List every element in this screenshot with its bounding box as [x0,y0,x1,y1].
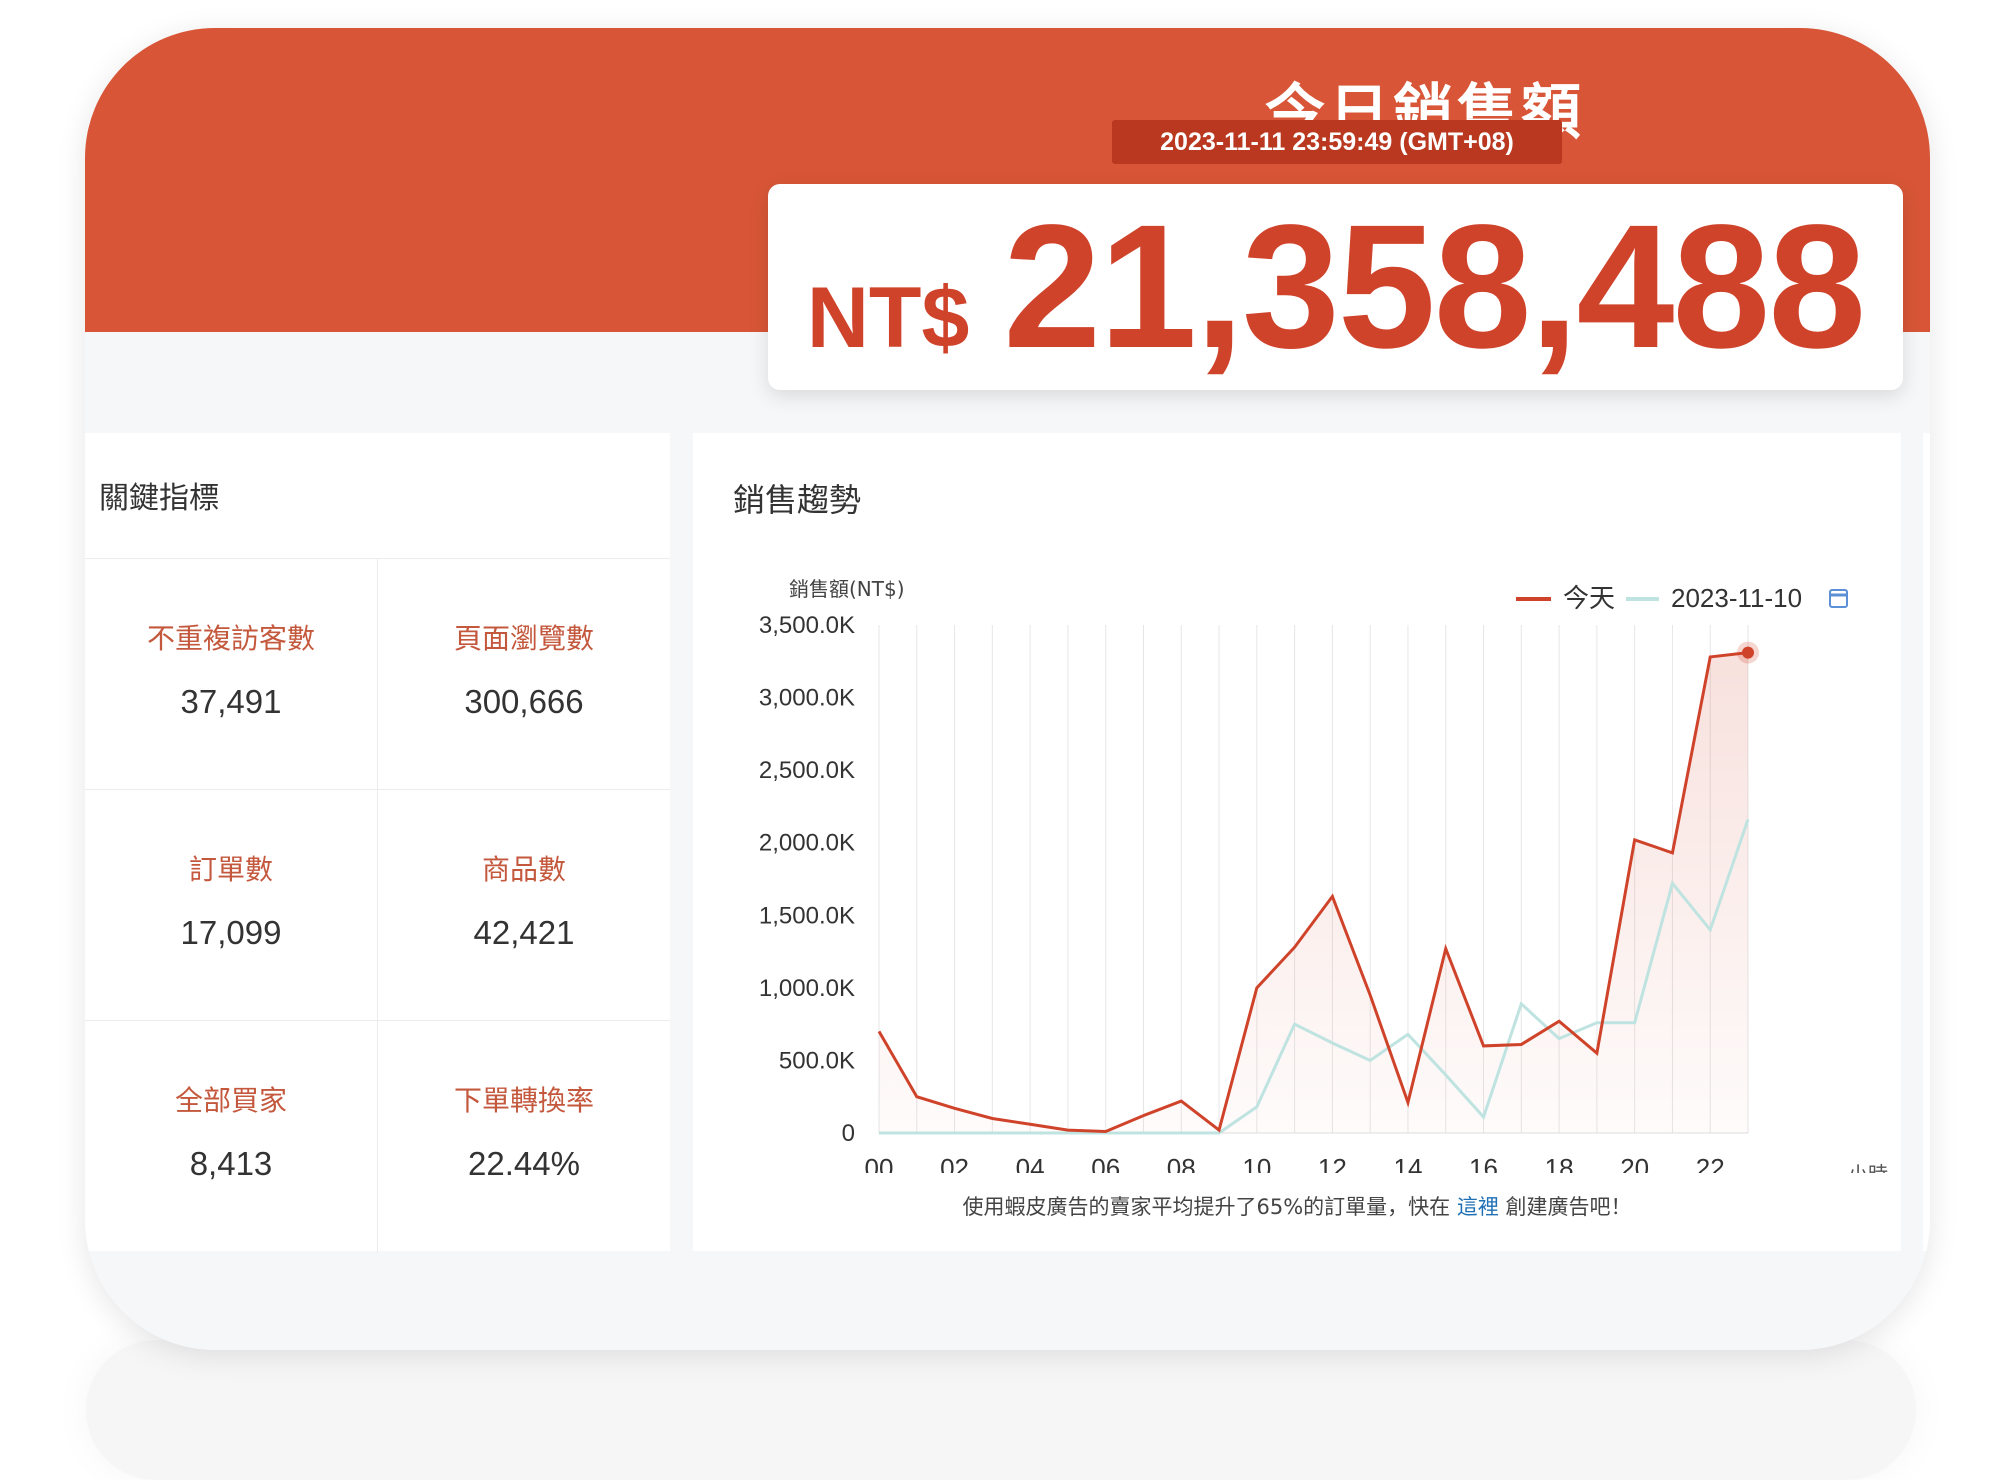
x-tick-label: 12 [1318,1153,1347,1173]
x-tick-label: 04 [1016,1153,1045,1173]
metric-value: 300,666 [464,683,584,720]
x-axis-title: 小時 [1848,1162,1888,1173]
metric-value: 8,413 [189,1145,273,1182]
timestamp-badge: 2023-11-11 23:59:49 (GMT+08) [1112,120,1562,164]
metric-label: 全部買家 [174,1084,287,1117]
x-tick-label: 06 [1091,1153,1120,1173]
metric-page-views[interactable]: 頁面瀏覽數 300,666 [378,559,670,789]
metric-label: 下單轉換率 [453,1084,594,1117]
legend-label-previous-day: 2023-11-10 [1671,583,1802,613]
sales-trend-chart: 銷售額(NT$) 小時 今天 2023-11-10 0 500.0K 1,000.0K… [759,577,1888,1173]
chart-legend: 今天 2023-11-10 [1516,583,1848,614]
metric-label: 不重複訪客數 [146,622,315,655]
metric-unique-visitors[interactable]: 不重複訪客數 37,491 [85,559,377,789]
metric-value: 37,491 [180,683,282,720]
chart-series [877,641,1759,1135]
lower-shadow-frame [86,1340,1916,1480]
promo-text: 使用蝦皮廣告的賣家平均提升了65%的訂單量，快在 [962,1195,1451,1219]
total-sales-card: NT$ 21,358,488 [768,184,1903,390]
x-tick-label: 10 [1242,1153,1271,1173]
legend-label-today: 今天 [1563,584,1615,614]
calendar-icon[interactable] [1829,589,1848,608]
y-tick-label: 1,000.0K [759,975,855,1002]
sales-trend-panel: 銷售趨勢 銷售額(NT$) 小時 今天2023-11-10 0500.0K1,0… [693,433,1901,1251]
x-tick-label: 14 [1393,1153,1422,1173]
x-tick-label: 18 [1545,1153,1574,1173]
x-tick-label: 16 [1469,1153,1498,1173]
y-tick-label: 500.0K [779,1047,855,1074]
y-tick-label: 1,500.0K [759,902,855,929]
metric-label: 商品數 [481,853,566,886]
metric-orders[interactable]: 訂單數 17,099 [85,790,377,1020]
key-metrics-grid: 不重複訪客數 37,491 頁面瀏覽數 300,666 訂單數 17,099 商… [85,558,670,1252]
today-area [879,652,1748,1133]
next-panel-edge [1923,433,1930,1251]
dashboard-frame: 今日銷售額 2023-11-11 23:59:49 (GMT+08) NT$ 2… [85,28,1930,1350]
metric-label: 訂單數 [188,853,273,886]
metric-value: 42,421 [473,914,575,951]
y-axis-ticks: 0 500.0K 1,000.0K 1,500.0K 2,000.0K 2,500.0K 3… [759,612,855,1147]
metric-buyers[interactable]: 全部買家 8,413 [85,1021,377,1251]
y-tick-label: 0 [842,1120,855,1147]
metric-label: 頁面瀏覽數 [453,622,594,655]
y-tick-label: 3,500.0K [759,612,855,639]
metric-conversion-rate[interactable]: 下單轉換率 22.44% [378,1021,670,1251]
y-tick-label: 3,000.0K [759,685,855,712]
x-tick-label: 22 [1696,1153,1725,1173]
calendar-icon-frame [1829,589,1848,608]
promo-link[interactable]: 這裡 [1457,1195,1499,1219]
y-axis-title: 銷售額(NT$) [789,577,905,601]
currency-label: NT$ [806,270,970,366]
key-metrics-title: 關鍵指標 [99,481,219,516]
metric-products[interactable]: 商品數 42,421 [378,790,670,1020]
y-tick-label: 2,000.0K [759,830,855,857]
metric-value: 22.44% [468,1145,580,1182]
y-tick-label: 2,500.0K [759,757,855,784]
x-tick-label: 20 [1620,1153,1649,1173]
total-sales-amount: 21,358,488 [1003,189,1866,385]
x-tick-label: 00 [865,1153,894,1173]
x-tick-label: 08 [1167,1153,1196,1173]
promo-text-suffix: 創建廣告吧！ [1505,1195,1632,1219]
key-metrics-panel: 關鍵指標 不重複訪客數 37,491 頁面瀏覽數 300,666 訂單數 17,… [85,433,670,1252]
ads-promo-note: 使用蝦皮廣告的賣家平均提升了65%的訂單量，快在 這裡 創建廣告吧！ [693,1191,1901,1221]
latest-point [1742,646,1754,659]
x-axis-ticks: 00 02 04 06 08 10 12 14 16 18 20 22 [865,1153,1725,1173]
x-tick-label: 02 [940,1153,969,1173]
metric-value: 17,099 [180,914,282,951]
